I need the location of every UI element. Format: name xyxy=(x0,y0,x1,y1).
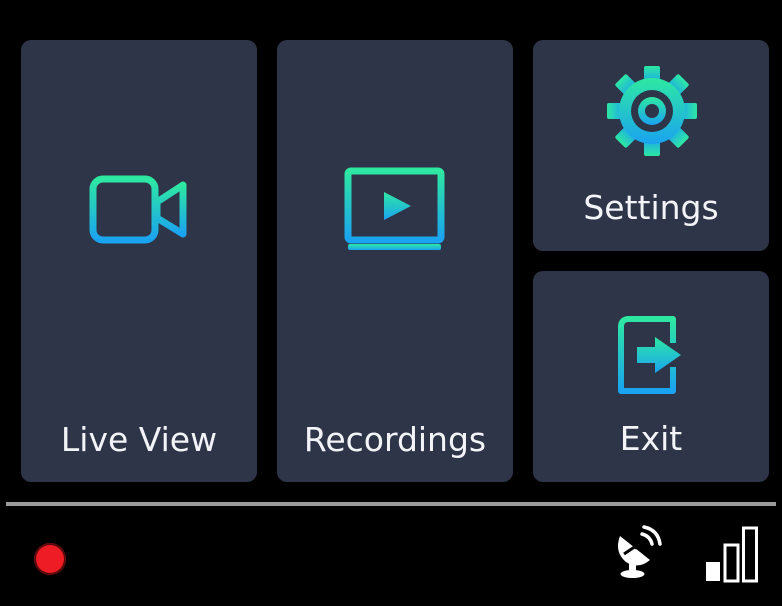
live-view-label: Live View xyxy=(60,420,218,459)
record-dot-icon xyxy=(34,543,66,575)
play-video-icon xyxy=(344,167,445,250)
recordings-tile[interactable]: Recordings xyxy=(277,40,513,482)
signal-strength-icon xyxy=(706,526,758,583)
home-screen: Live View Recordings Settings Exit xyxy=(0,0,782,606)
gear-icon xyxy=(607,66,697,156)
satellite-dish-icon xyxy=(618,525,662,578)
video-camera-icon xyxy=(89,175,187,244)
status-bar xyxy=(0,506,782,606)
live-view-tile[interactable]: Live View xyxy=(21,40,257,482)
settings-tile[interactable]: Settings xyxy=(533,40,769,251)
exit-door-icon xyxy=(618,316,681,394)
exit-label: Exit xyxy=(619,419,683,458)
recordings-label: Recordings xyxy=(303,420,487,459)
settings-label: Settings xyxy=(583,188,719,227)
exit-tile[interactable]: Exit xyxy=(533,271,769,482)
